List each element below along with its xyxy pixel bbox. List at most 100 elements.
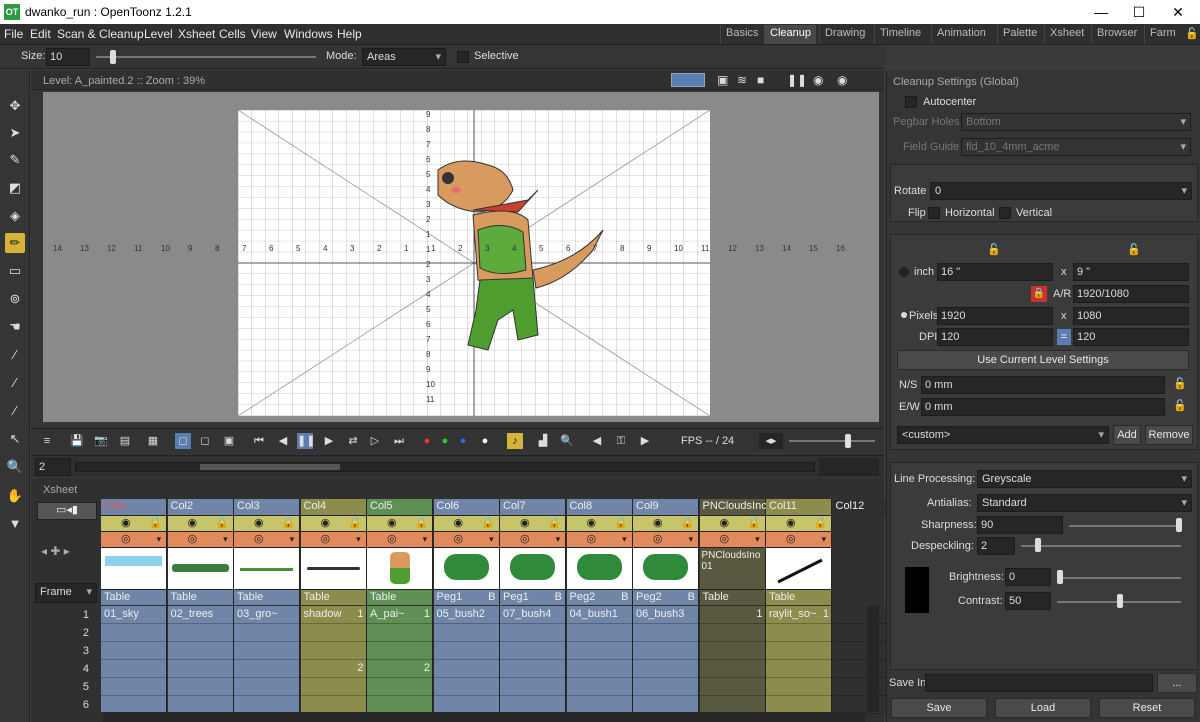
column-header[interactable]: Col3 ◉ 🔒 ◎ ▾ Table: [234, 499, 300, 605]
matte-channel-icon[interactable]: ●: [477, 433, 493, 449]
sharpness-slider-handle[interactable]: [1176, 518, 1182, 532]
key-icon[interactable]: ⚿: [613, 433, 629, 449]
camstand-toggle[interactable]: ◎ ▾: [167, 531, 233, 547]
xsheet-cell[interactable]: [367, 624, 433, 642]
cell-column[interactable]: 07_bush4: [500, 606, 566, 714]
freeze-icon[interactable]: ❚❚: [787, 73, 807, 87]
checkered-bg-icon[interactable]: ▦: [145, 433, 161, 449]
cell-column[interactable]: A_pai~ 1 2: [367, 606, 433, 714]
camstand-toggle[interactable]: ◎ ▾: [433, 531, 499, 547]
pegbar-label[interactable]: Table: [234, 589, 299, 605]
xsheet-toggle-icon[interactable]: ▭◂▮: [37, 502, 97, 520]
menu-scan-cleanup[interactable]: Scan & Cleanup: [57, 27, 144, 41]
room-tab-drawing[interactable]: Drawing: [819, 25, 870, 44]
inch-radio[interactable]: [899, 267, 909, 277]
column-header[interactable]: Col2 ◉ 🔒 ◎ ▾ Table: [167, 499, 234, 605]
menu-view[interactable]: View: [251, 27, 277, 41]
xsheet-cell[interactable]: 03_gro~: [234, 606, 300, 624]
column-name[interactable]: Col8: [566, 499, 632, 515]
camstand-toggle[interactable]: ◎ ▾: [633, 531, 698, 547]
pegbar-label[interactable]: Table: [167, 589, 233, 605]
ns-lock-icon[interactable]: 🔓: [1173, 377, 1187, 390]
xsheet-cell[interactable]: shadow 1: [300, 606, 367, 624]
white-bg-icon[interactable]: ◻: [175, 433, 191, 449]
pegbar-holes-dropdown[interactable]: Bottom: [961, 113, 1191, 131]
new-column-icon[interactable]: ◂ ✚ ▸: [41, 544, 70, 558]
loop-icon[interactable]: ⇄: [345, 433, 361, 449]
cell-column[interactable]: shadow 1 2: [300, 606, 367, 714]
pegbar-label[interactable]: Peg1 B: [500, 589, 565, 605]
menu-cells[interactable]: Cells: [219, 27, 246, 41]
contrast-field[interactable]: 50: [1005, 592, 1051, 610]
xsheet-cell[interactable]: raylit_so~ 1: [766, 606, 832, 624]
xsheet-cell[interactable]: [633, 660, 699, 678]
selection-tool-icon[interactable]: ➤: [5, 123, 25, 143]
column-name[interactable]: PNCloudsInc: [699, 499, 767, 515]
use-current-level-settings-button[interactable]: Use Current Level Settings: [897, 350, 1189, 370]
close-button[interactable]: ✕: [1160, 2, 1196, 22]
histogram-icon[interactable]: ▟: [535, 433, 551, 449]
prev-frame-icon[interactable]: ◀: [275, 433, 291, 449]
xsheet-cell[interactable]: [633, 678, 699, 696]
column-header[interactable]: Col7 ◉ 🔒 ◎ ▾ Peg1 B: [500, 499, 566, 605]
field-guide-dropdown[interactable]: fld_10_4mm_acme: [961, 138, 1191, 156]
xsheet-cell[interactable]: [633, 624, 699, 642]
save-in-field[interactable]: [925, 674, 1153, 692]
pegbar-label[interactable]: Peg2 B: [566, 589, 632, 605]
brush-tool-icon[interactable]: ✎: [5, 150, 25, 170]
frame-field[interactable]: 2: [35, 458, 71, 476]
size-slider[interactable]: [96, 56, 316, 58]
xsheet-cell[interactable]: [500, 678, 566, 696]
hand-tool-icon[interactable]: ✋: [5, 486, 25, 506]
play-icon[interactable]: ▶: [321, 433, 337, 449]
preview-toggle[interactable]: ◉ 🔒: [300, 515, 366, 531]
safe-area-icon[interactable]: [671, 73, 705, 87]
browse-button[interactable]: ...: [1157, 673, 1197, 693]
column-name[interactable]: Col5: [367, 499, 432, 515]
last-frame-icon[interactable]: ⏭: [391, 433, 407, 449]
xsheet-cell[interactable]: [500, 624, 566, 642]
define-sub-camera-icon[interactable]: ▣: [221, 433, 237, 449]
xsheet-cell[interactable]: [101, 678, 167, 696]
preview-toggle[interactable]: ◉ 🔒: [367, 515, 432, 531]
pegbar-label[interactable]: Table: [699, 589, 765, 605]
inch-width-field[interactable]: 16 ": [937, 263, 1053, 281]
menu-help[interactable]: Help: [337, 27, 362, 41]
xsheet-cell[interactable]: A_pai~ 1: [367, 606, 433, 624]
xsheet-cell[interactable]: [566, 678, 633, 696]
lock-room-icon[interactable]: 🔓: [1180, 25, 1200, 44]
dpi-width-field[interactable]: 120: [937, 328, 1053, 346]
maximize-button[interactable]: ☐: [1121, 2, 1157, 22]
xsheet-vertical-scrollbar[interactable]: [867, 606, 879, 712]
xsheet-cell[interactable]: 02_trees: [167, 606, 234, 624]
finger-tool-icon[interactable]: ☚: [5, 317, 25, 337]
column-header[interactable]: Col8 ◉ 🔒 ◎ ▾ Peg2 B: [566, 499, 633, 605]
sharpness-slider[interactable]: [1069, 525, 1181, 527]
minimize-button[interactable]: —: [1083, 2, 1119, 22]
xsheet-cell[interactable]: [433, 642, 500, 660]
antialias-dropdown[interactable]: Standard: [977, 494, 1192, 512]
camstand-toggle[interactable]: ◎ ▾: [300, 531, 366, 547]
room-tab-timeline[interactable]: Timeline: [874, 25, 926, 44]
more-tools-icon[interactable]: ▼: [5, 514, 25, 534]
load-button[interactable]: Load: [995, 698, 1091, 718]
frame-slider-handle[interactable]: [200, 464, 340, 470]
ns-field[interactable]: 0 mm: [921, 376, 1165, 394]
pegbar-label[interactable]: Peg2 B: [633, 589, 698, 605]
xsheet-cell[interactable]: [234, 642, 300, 660]
flip-horizontal-checkbox[interactable]: [928, 207, 940, 219]
xsheet-cell[interactable]: [566, 660, 633, 678]
autocenter-checkbox[interactable]: [905, 96, 917, 108]
xsheet-cell[interactable]: 2: [367, 660, 433, 678]
despeckling-slider[interactable]: [1021, 545, 1181, 547]
column-header[interactable]: Col9 ◉ 🔒 ◎ ▾ Peg2 B: [633, 499, 699, 605]
cell-column[interactable]: 03_gro~: [234, 606, 300, 714]
xsheet-cell[interactable]: [766, 624, 832, 642]
pixels-width-field[interactable]: 1920: [937, 307, 1053, 325]
column-header[interactable]: PNCloudsInc ◉ 🔒 ◎ ▾ PNCloudsIno 01 Table: [699, 499, 767, 605]
xsheet-cell[interactable]: [300, 678, 367, 696]
green-channel-icon[interactable]: ●: [437, 433, 453, 449]
mode-dropdown[interactable]: Areas: [362, 48, 446, 66]
xsheet-cell[interactable]: [566, 624, 633, 642]
magnifier-icon[interactable]: 🔍: [559, 433, 575, 449]
